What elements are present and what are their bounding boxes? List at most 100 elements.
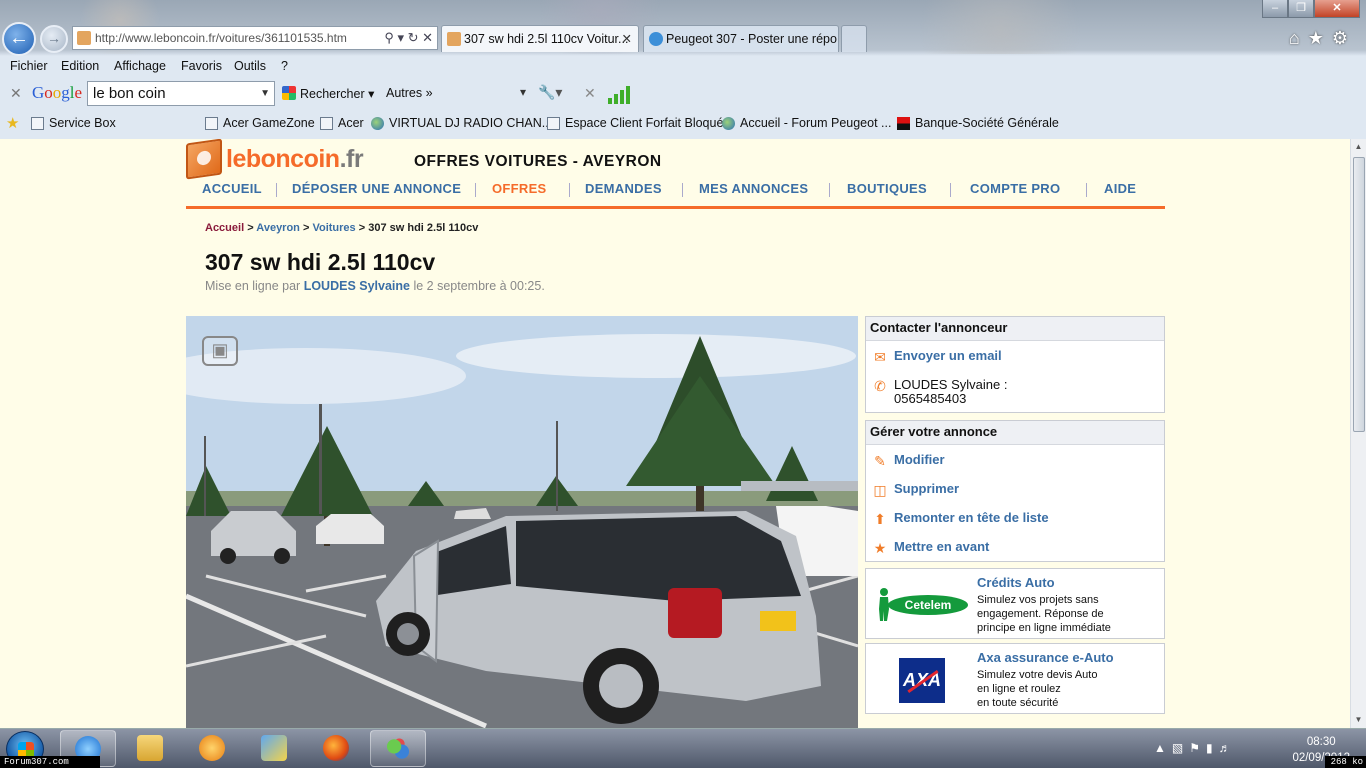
promo-axa-assurance[interactable]: AXA Axa assurance e-Auto Simulez votre d… [865, 643, 1165, 714]
mettre-en-avant-label: Mettre en avant [894, 539, 990, 554]
back-button[interactable]: ← [2, 22, 36, 56]
car-photo-illustration [186, 316, 858, 728]
promo-credits-auto[interactable]: Cetelem Crédits Auto Simulez vos projets… [865, 568, 1165, 639]
dropdown-arrow-icon[interactable]: ▾ [520, 85, 526, 99]
window-controls: – ❐ ✕ [1262, 0, 1360, 18]
favorite-label: VIRTUAL DJ RADIO CHAN... [389, 116, 553, 130]
breadcrumb-accueil[interactable]: Accueil [205, 222, 244, 234]
close-window-button[interactable]: ✕ [1314, 0, 1360, 18]
taskbar-media-player[interactable] [184, 730, 240, 767]
volume-icon[interactable]: ♬ [1219, 741, 1237, 755]
breadcrumb-voitures[interactable]: Voitures [312, 222, 355, 234]
network-icon[interactable]: ▮ [1206, 741, 1219, 755]
promo-title[interactable]: Crédits Auto [977, 575, 1055, 590]
maximize-button[interactable]: ❐ [1288, 0, 1314, 18]
minimize-button[interactable]: – [1262, 0, 1288, 18]
gear-icon[interactable]: ⚙ [1332, 28, 1356, 48]
menu-favoris[interactable]: Favoris [181, 59, 222, 73]
ad-photo[interactable]: ▣ [186, 316, 858, 728]
promo-title[interactable]: Axa assurance e-Auto [977, 650, 1114, 665]
sg-icon [897, 117, 910, 130]
favorites-star-icon[interactable]: ★ [6, 114, 19, 132]
taskbar-messenger[interactable] [370, 730, 426, 767]
favorite-label: Service Box [49, 116, 116, 130]
menu-help[interactable]: ? [281, 59, 288, 73]
modifier-link[interactable]: ✎ Modifier [866, 452, 1166, 474]
favorite-forum-peugeot[interactable]: Accueil - Forum Peugeot ... [722, 116, 891, 130]
phone-number: 0565485403 [894, 391, 967, 406]
menu-edition[interactable]: Edition [61, 59, 99, 73]
favorites-bar: ★ Service Box Acer GameZone Acer VIRTUAL… [0, 111, 1366, 137]
nav-separator [950, 183, 951, 197]
address-bar-buttons[interactable]: ⚲ ▾ ↻ ✕ [384, 27, 433, 49]
menu-fichier[interactable]: Fichier [10, 59, 48, 73]
remonter-label: Remonter en tête de liste [894, 510, 1049, 525]
contact-panel: Contacter l'annonceur ✉ Envoyer un email… [865, 316, 1165, 413]
google-search-button[interactable]: Rechercher ▾ [282, 86, 374, 101]
axa-logo: AXA [899, 658, 945, 703]
send-email-link[interactable]: ✉ Envoyer un email [866, 348, 1166, 370]
remonter-link[interactable]: ⬆ Remonter en tête de liste [866, 510, 1166, 532]
nav-deposer[interactable]: DÉPOSER UNE ANNONCE [292, 181, 461, 196]
seller-link[interactable]: LOUDES Sylvaine [304, 279, 410, 293]
main-nav: ACCUEIL DÉPOSER UNE ANNONCE OFFRES DEMAN… [186, 179, 1165, 209]
breadcrumb-aveyron[interactable]: Aveyron [256, 222, 300, 234]
supprimer-link[interactable]: ◫ Supprimer [866, 481, 1166, 503]
nav-separator [276, 183, 277, 197]
close-toolbar-icon[interactable]: ✕ [10, 85, 22, 102]
nav-offres[interactable]: OFFRES [492, 181, 547, 196]
nav-mes-annonces[interactable]: MES ANNONCES [699, 181, 808, 196]
ad-meta: Mise en ligne par LOUDES Sylvaine le 2 s… [205, 279, 545, 293]
mettre-en-avant-link[interactable]: ★ Mettre en avant [866, 539, 1166, 561]
nav-aide[interactable]: AIDE [1104, 181, 1136, 196]
favorite-espace-client[interactable]: Espace Client Forfait Bloqué [547, 116, 723, 130]
nav-compte-pro[interactable]: COMPTE PRO [970, 181, 1060, 196]
favorite-label: Acer GameZone [223, 116, 315, 130]
breadcrumb-separator: > [358, 222, 366, 234]
device-icon[interactable]: ▧ [1172, 741, 1189, 755]
cetelem-logo: Cetelem [876, 587, 968, 621]
nav-accueil[interactable]: ACCUEIL [202, 181, 262, 196]
flag-icon[interactable]: ⚑ [1189, 741, 1206, 755]
tab-active[interactable]: 307 sw hdi 2.5l 110cv Voitur... ✕ [441, 25, 639, 52]
forum-watermark: Forum307.com [0, 756, 100, 768]
google-search-input[interactable]: le bon coin ▼ [87, 81, 275, 106]
favorite-virtual-dj[interactable]: VIRTUAL DJ RADIO CHAN... [371, 116, 552, 130]
wrench-icon[interactable]: 🔧▾ [538, 84, 562, 101]
menu-affichage[interactable]: Affichage [114, 59, 166, 73]
google-search-value: le bon coin [93, 85, 166, 102]
close-icon[interactable]: ✕ [584, 85, 596, 102]
show-hidden-icons-icon[interactable]: ▲ [1154, 741, 1172, 755]
favorite-societe-generale[interactable]: Banque-Société Générale [897, 116, 1059, 130]
forward-button[interactable]: → [40, 25, 68, 53]
nav-boutiques[interactable]: BOUTIQUES [847, 181, 927, 196]
menu-outils[interactable]: Outils [234, 59, 266, 73]
taskbar-explorer[interactable] [122, 730, 178, 767]
ie-page-icon [31, 117, 44, 130]
dropdown-arrow-icon[interactable]: ▼ [260, 82, 270, 105]
taskbar-firefox[interactable] [308, 730, 364, 767]
close-tab-icon[interactable]: ✕ [622, 26, 632, 52]
taskbar-paint[interactable] [246, 730, 302, 767]
favorites-star-icon[interactable]: ★ [1308, 28, 1332, 48]
section-title: OFFRES VOITURES - AVEYRON [414, 153, 662, 170]
page-icon [320, 117, 333, 130]
address-bar[interactable]: http://www.leboncoin.fr/voitures/3611015… [72, 26, 438, 50]
promo-text: Simulez vos projets sans engagement. Rép… [977, 593, 1162, 635]
favorite-service-box[interactable]: Service Box [31, 116, 116, 130]
google-more-button[interactable]: Autres » [386, 86, 433, 100]
scroll-down-icon[interactable]: ▼ [1351, 712, 1366, 728]
favorite-label: Espace Client Forfait Bloqué [565, 116, 724, 130]
signal-bars-icon[interactable] [608, 86, 630, 104]
favorite-acer[interactable]: Acer [320, 116, 364, 130]
tab-forum[interactable]: Peugeot 307 - Poster une répo... [643, 25, 839, 52]
nav-demandes[interactable]: DEMANDES [585, 181, 662, 196]
scrollbar-thumb[interactable] [1353, 157, 1365, 432]
tray-icons: ▲▧⚑▮♬ [1154, 741, 1237, 755]
home-icon[interactable]: ⌂ [1289, 28, 1308, 48]
page-scrollbar[interactable]: ▲ ▼ [1350, 139, 1366, 728]
photo-gallery-icon[interactable]: ▣ [202, 336, 238, 366]
favorite-acer-gamezone[interactable]: Acer GameZone [205, 116, 315, 130]
new-tab-button[interactable] [841, 25, 867, 52]
scroll-up-icon[interactable]: ▲ [1351, 139, 1366, 155]
